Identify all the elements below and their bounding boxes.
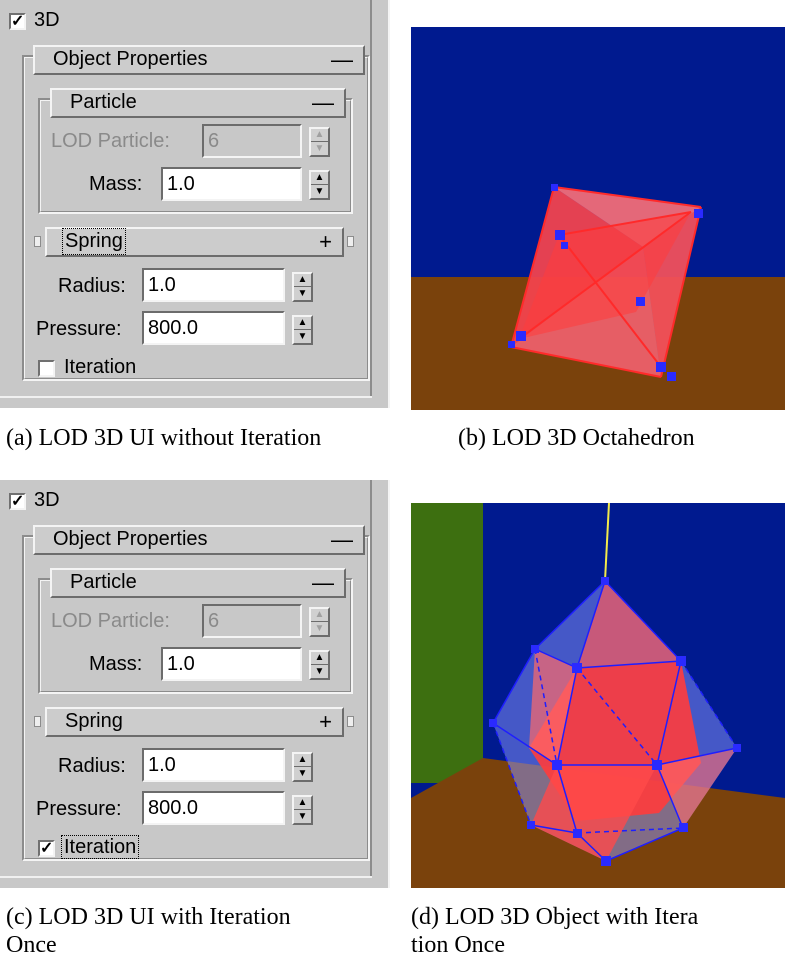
spin-up-icon[interactable]: ▲	[294, 754, 311, 765]
spin-down-icon[interactable]: ▼	[294, 288, 311, 299]
object-properties-title: Object Properties	[53, 48, 208, 70]
spin-up-icon[interactable]: ▲	[294, 797, 311, 808]
checkbox-checked-icon: ✓	[11, 13, 25, 30]
spin-down-icon: ▼	[314, 623, 325, 634]
lod-particle-spinner: ▲ ▼	[309, 607, 330, 637]
expand-icon[interactable]: +	[319, 229, 332, 254]
pressure-label: Pressure:	[36, 318, 122, 340]
spin-down-icon[interactable]: ▼	[294, 811, 311, 822]
particle-header[interactable]: Particle —	[50, 88, 346, 118]
caption-d-line1: (d) LOD 3D Object with Itera	[411, 904, 699, 930]
caption-a: (a) LOD 3D UI without Iteration	[6, 425, 322, 451]
caption-c-line2: Once	[6, 932, 57, 958]
lod-particle-spinner: ▲ ▼	[309, 127, 330, 157]
scene-wall	[411, 503, 483, 783]
mass-field[interactable]: 1.0	[161, 167, 302, 201]
enable-3d-checkbox[interactable]: ✓	[9, 13, 26, 30]
panel-edge	[370, 0, 372, 396]
mass-label: Mass:	[89, 173, 143, 195]
collapse-icon[interactable]: —	[312, 570, 334, 595]
pressure-label: Pressure:	[36, 798, 122, 820]
spring-header[interactable]: Spring +	[45, 707, 344, 737]
checkbox-checked-icon: ✓	[40, 840, 54, 857]
mass-spinner[interactable]: ▲ ▼	[309, 170, 330, 200]
panel-edge	[0, 396, 372, 398]
spin-down-icon[interactable]: ▼	[294, 331, 311, 342]
spring-right-tick	[347, 716, 354, 727]
lod-ui-panel-a: ✓ 3D Object Properties — Particle — LOD …	[0, 0, 390, 408]
object-properties-header[interactable]: Object Properties —	[33, 525, 365, 555]
mass-field[interactable]: 1.0	[161, 647, 302, 681]
collapse-icon[interactable]: —	[312, 90, 334, 115]
radius-spinner[interactable]: ▲ ▼	[292, 752, 313, 782]
caption-d-line2: tion Once	[411, 932, 505, 958]
collapse-icon[interactable]: —	[331, 47, 353, 72]
enable-3d-checkbox[interactable]: ✓	[9, 493, 26, 510]
spin-down-icon[interactable]: ▼	[294, 768, 311, 779]
spin-down-icon: ▼	[314, 143, 325, 154]
spin-down-icon[interactable]: ▼	[311, 666, 328, 677]
spin-up-icon[interactable]: ▲	[311, 172, 328, 183]
caption-c-line1: (c) LOD 3D UI with Iteration	[6, 904, 291, 930]
spring-header[interactable]: Spring +	[45, 227, 344, 257]
spin-up-icon: ▲	[314, 129, 325, 140]
mass-label: Mass:	[89, 653, 143, 675]
spring-right-tick	[347, 236, 354, 247]
spin-up-icon[interactable]: ▲	[294, 274, 311, 285]
lod-particle-label: LOD Particle:	[51, 130, 170, 152]
pressure-field[interactable]: 800.0	[142, 791, 285, 825]
spring-left-tick	[34, 716, 41, 727]
object-properties-title: Object Properties	[53, 528, 208, 550]
spring-left-tick	[34, 236, 41, 247]
spring-title: Spring	[62, 228, 126, 255]
lod-particle-field: 6	[202, 604, 302, 638]
spin-up-icon[interactable]: ▲	[294, 317, 311, 328]
lod-particle-field: 6	[202, 124, 302, 158]
pressure-spinner[interactable]: ▲ ▼	[292, 795, 313, 825]
object-properties-header[interactable]: Object Properties —	[33, 45, 365, 75]
particle-title: Particle	[70, 91, 137, 113]
octahedron-render	[411, 27, 785, 410]
particle-title: Particle	[70, 571, 137, 593]
checkbox-checked-icon: ✓	[11, 493, 25, 510]
panel-edge	[370, 480, 372, 876]
iteration-checkbox[interactable]: ✓	[38, 840, 55, 857]
lod-particle-label: LOD Particle:	[51, 610, 170, 632]
caption-b: (b) LOD 3D Octahedron	[458, 425, 695, 451]
radius-field[interactable]: 1.0	[142, 748, 285, 782]
collapse-icon[interactable]: —	[331, 527, 353, 552]
pressure-field[interactable]: 800.0	[142, 311, 285, 345]
enable-3d-label: 3D	[34, 489, 60, 511]
spring-title: Spring	[65, 710, 123, 732]
radius-field[interactable]: 1.0	[142, 268, 285, 302]
expand-icon[interactable]: +	[319, 709, 332, 734]
pressure-spinner[interactable]: ▲ ▼	[292, 315, 313, 345]
spin-up-icon[interactable]: ▲	[311, 652, 328, 663]
iteration-label: Iteration	[64, 356, 137, 378]
particle-header[interactable]: Particle —	[50, 568, 346, 598]
radius-label: Radius:	[58, 275, 126, 297]
mass-spinner[interactable]: ▲ ▼	[309, 650, 330, 680]
lod-ui-panel-c: ✓ 3D Object Properties — Particle — LOD …	[0, 480, 390, 888]
enable-3d-label: 3D	[34, 9, 60, 31]
iteration-label: Iteration	[60, 835, 140, 859]
spin-up-icon: ▲	[314, 609, 325, 620]
radius-spinner[interactable]: ▲ ▼	[292, 272, 313, 302]
iteration-checkbox[interactable]	[38, 360, 55, 377]
iterated-object-render	[411, 503, 785, 888]
panel-edge	[0, 876, 372, 878]
spin-down-icon[interactable]: ▼	[311, 186, 328, 197]
radius-label: Radius:	[58, 755, 126, 777]
